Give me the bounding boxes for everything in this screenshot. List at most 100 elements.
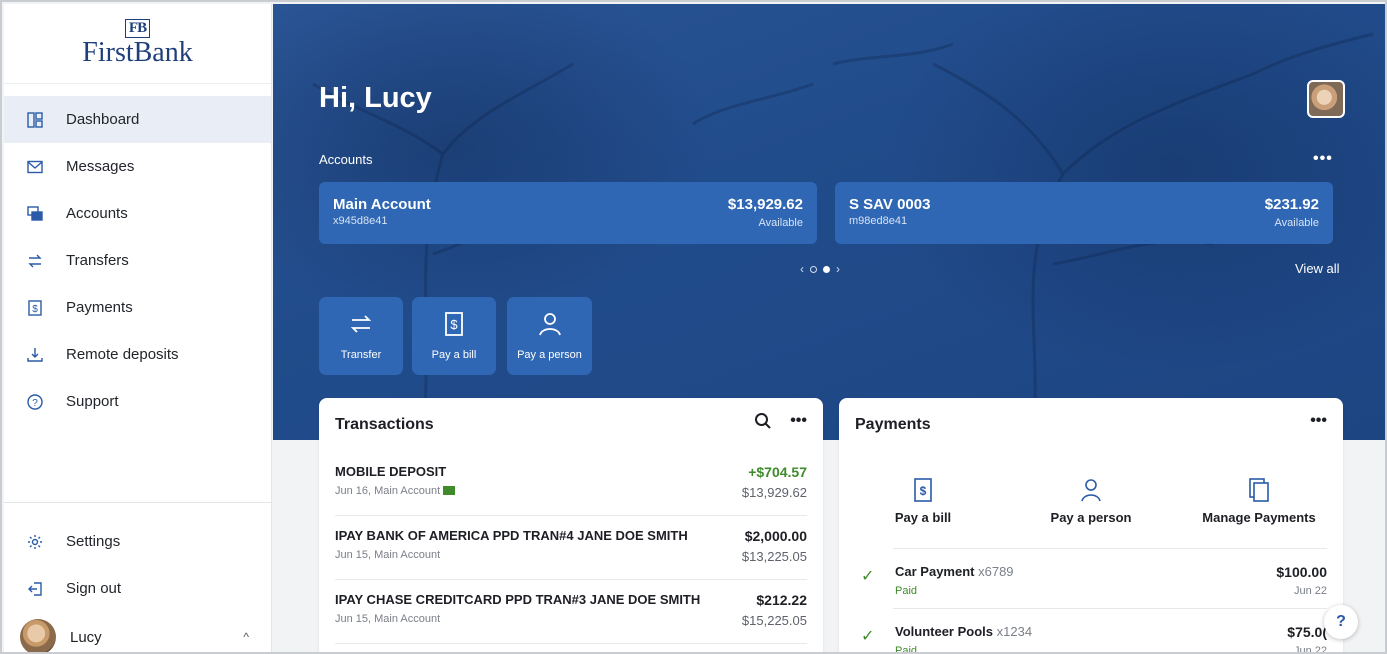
firstbank-logo[interactable]: FB FirstBank	[4, 4, 271, 84]
payment-action-label: Manage Payments	[1202, 510, 1316, 525]
account-pager: ‹ ›	[800, 262, 840, 276]
sidebar-item-label: Settings	[66, 533, 121, 550]
manage-payments-icon	[1249, 478, 1269, 502]
transactions-tools: •••	[754, 412, 807, 430]
sidebar-item-label: Transfers	[66, 252, 129, 269]
account-id: m98ed8e41	[849, 215, 908, 227]
pager-prev-icon[interactable]: ‹	[800, 262, 804, 276]
quick-action-transfer[interactable]: Transfer	[319, 297, 403, 375]
accounts-more-button[interactable]: •••	[1313, 150, 1333, 168]
user-menu[interactable]: Lucy ^	[4, 612, 271, 652]
payment-row[interactable]: ✓ Car Payment x6789 Paid $100.00 Jun 22	[855, 548, 1327, 612]
account-card-main[interactable]: Main Account x945d8e41 $13,929.62 Availa…	[319, 182, 817, 244]
payment-amount: $75.0(	[1287, 624, 1327, 640]
sidebar-item-label: Messages	[66, 158, 135, 175]
transaction-balance: $13,225.05	[741, 549, 807, 564]
person-icon	[1081, 479, 1101, 502]
user-name: Lucy	[70, 628, 102, 646]
svg-text:$: $	[920, 484, 927, 498]
transaction-row[interactable]: IPAY CHASE CREDITCARD PPD TRAN#3 JANE DO…	[335, 580, 807, 644]
transaction-amount: $2,000.00	[744, 528, 807, 544]
transaction-date-account: Jun 16, Main Account	[335, 485, 441, 497]
transaction-balance: $13,929.62	[741, 485, 807, 500]
payments-tools: •••	[1310, 412, 1327, 430]
payment-amount: $100.00	[1276, 564, 1327, 580]
sidebar-item-remote-deposits[interactable]: Remote deposits	[4, 331, 271, 378]
avatar	[20, 619, 56, 652]
help-button[interactable]: ?	[1324, 605, 1358, 639]
transaction-row[interactable]: IPAY BANK OF AMERICA PPD TRAN#4 JANE DOE…	[335, 516, 807, 580]
transactions-title: Transactions	[335, 416, 434, 433]
transaction-row[interactable]: MOBILE DEPOSIT Jun 16, Main Account +$70…	[335, 452, 807, 516]
transaction-description: IPAY CHASE CREDITCARD PPD TRAN#3 JANE DO…	[335, 592, 701, 607]
transaction-meta: Jun 15, Main Account	[335, 613, 441, 625]
chevron-up-icon[interactable]: ^	[243, 630, 249, 644]
sidebar-item-dashboard[interactable]: Dashboard	[4, 96, 271, 143]
dashboard-icon	[26, 111, 44, 129]
payment-action-pay-bill[interactable]: $ Pay a bill	[863, 478, 983, 525]
payment-name: Volunteer Pools x1234	[895, 624, 1032, 639]
payment-action-label: Pay a bill	[894, 510, 952, 525]
sidebar-item-accounts[interactable]: Accounts	[4, 190, 271, 237]
sidebar: FB FirstBank Dashboard Messages Accounts…	[4, 4, 272, 652]
accounts-label: Accounts	[319, 152, 373, 167]
payee-name: Volunteer Pools	[895, 624, 993, 639]
pager-next-icon[interactable]: ›	[836, 262, 840, 276]
sidebar-item-label: Accounts	[66, 205, 128, 222]
app-window: FB FirstBank Dashboard Messages Accounts…	[0, 0, 1387, 654]
profile-avatar[interactable]	[1307, 80, 1345, 118]
payment-status: Paid	[895, 585, 918, 597]
payment-row[interactable]: ✓ Volunteer Pools x1234 Paid $75.0( Jun …	[855, 608, 1327, 652]
image-icon	[443, 486, 456, 495]
payment-date: Jun 22	[1293, 585, 1327, 597]
sidebar-item-payments[interactable]: $ Payments	[4, 284, 271, 331]
transaction-description: IPAY BANK OF AMERICA PPD TRAN#4 JANE DOE…	[335, 528, 688, 543]
svg-text:?: ?	[32, 398, 38, 409]
payment-action-pay-person[interactable]: Pay a person	[1031, 478, 1151, 525]
divider	[893, 608, 1327, 609]
checkmark-icon: ✓	[861, 568, 875, 585]
payee-name: Car Payment	[895, 564, 975, 579]
pager-dot[interactable]	[810, 265, 817, 273]
available-label: Available	[758, 217, 803, 229]
quick-action-pay-bill[interactable]: $ Pay a bill	[412, 297, 496, 375]
payment-action-manage[interactable]: Manage Payments	[1191, 478, 1327, 525]
quick-action-pay-person[interactable]: Pay a person	[507, 297, 592, 375]
sidebar-nav: Dashboard Messages Accounts Transfers $ …	[4, 84, 271, 425]
view-all-link[interactable]: View all	[1295, 261, 1340, 276]
sidebar-item-support[interactable]: ? Support	[4, 378, 271, 425]
transaction-balance: $15,225.05	[741, 613, 807, 628]
sidebar-item-label: Support	[66, 393, 119, 410]
quick-action-label: Pay a person	[517, 349, 582, 361]
payments-card: Payments ••• $ Pay a bill Pay a person M…	[839, 398, 1343, 652]
transaction-amount: +$704.57	[748, 464, 807, 480]
sidebar-item-label: Remote deposits	[66, 346, 179, 363]
svg-text:$: $	[450, 317, 458, 332]
sidebar-item-messages[interactable]: Messages	[4, 143, 271, 190]
transaction-description: MOBILE DEPOSIT	[335, 464, 447, 479]
account-balance: $13,929.62	[727, 196, 803, 213]
sign-out-icon	[26, 580, 44, 598]
logo-monogram: FB	[124, 19, 151, 38]
dollar-bill-icon: $	[26, 299, 44, 317]
question-circle-icon: ?	[26, 393, 44, 411]
available-label: Available	[1274, 217, 1319, 229]
bill-icon: $	[914, 478, 932, 502]
sidebar-item-settings[interactable]: Settings	[4, 518, 271, 565]
transaction-amount: $212.22	[756, 592, 807, 608]
sidebar-item-label: Dashboard	[66, 111, 140, 128]
dashboard-hero: Hi, Lucy Accounts ••• Main Account x945d…	[273, 4, 1385, 440]
deposit-download-icon	[26, 346, 44, 364]
greeting-title: Hi, Lucy	[319, 82, 432, 114]
account-card-savings[interactable]: S SAV 0003 m98ed8e41 $231.92 Available	[835, 182, 1333, 244]
payment-action-label: Pay a person	[1050, 510, 1132, 525]
transactions-more-button[interactable]: •••	[790, 412, 807, 430]
sidebar-item-sign-out[interactable]: Sign out	[4, 565, 271, 612]
pager-dot-active[interactable]	[823, 265, 830, 273]
payments-more-button[interactable]: •••	[1310, 412, 1327, 430]
sidebar-item-label: Sign out	[66, 580, 122, 597]
search-icon[interactable]	[754, 412, 772, 430]
sidebar-item-transfers[interactable]: Transfers	[4, 237, 271, 284]
transaction-meta: Jun 15, Main Account	[335, 549, 441, 561]
accounts-icon	[26, 205, 44, 223]
